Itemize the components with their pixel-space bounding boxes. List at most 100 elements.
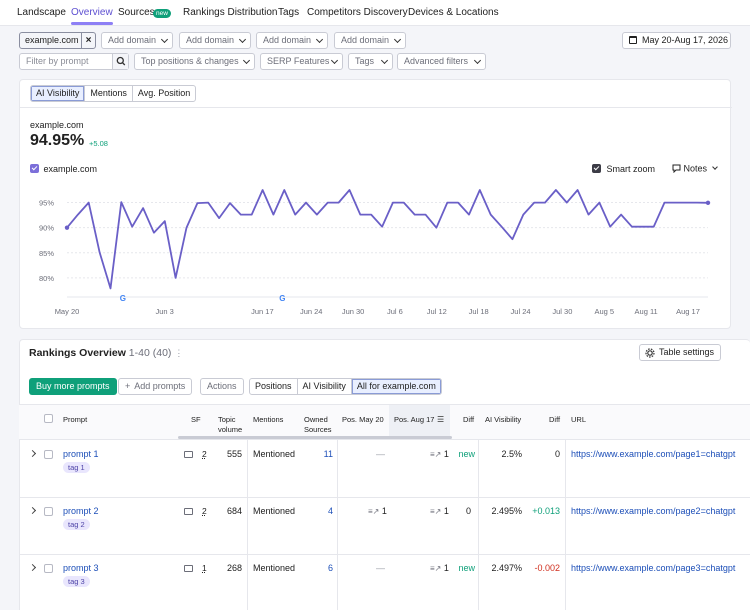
series-line[interactable] <box>66 189 709 290</box>
notes-dropdown[interactable]: Notes <box>672 163 718 174</box>
table-settings-button[interactable]: Table settings <box>639 344 722 361</box>
prompt-link[interactable]: prompt 1 <box>63 449 99 459</box>
x-tick-label: Jul 30 <box>552 307 572 316</box>
prompt-tag[interactable]: tag 3 <box>63 576 90 587</box>
sort-icon[interactable]: ☰ <box>437 415 444 424</box>
prompt-link[interactable]: prompt 2 <box>63 506 99 516</box>
search-icon[interactable] <box>112 54 128 69</box>
prompt-link[interactable]: prompt 3 <box>63 563 99 573</box>
column-divider <box>247 440 248 610</box>
url-link[interactable]: https://www.example.com/page3=chatgpt <box>571 563 750 573</box>
legend-checkbox[interactable] <box>30 164 39 174</box>
buy-more-prompts-button[interactable]: Buy more prompts <box>29 378 117 395</box>
smart-zoom-toggle[interactable]: Smart zoom <box>592 163 655 174</box>
sf-count[interactable]: 2 <box>202 506 207 516</box>
col-prompt[interactable]: Prompt <box>63 415 87 425</box>
x-tick-label: May 20 <box>55 307 80 316</box>
add-domain-dropdown-1[interactable]: Add domain <box>101 32 173 49</box>
tab-sources[interactable]: Sources <box>118 7 155 18</box>
position-diff: 0 <box>465 506 471 516</box>
add-prompts-button[interactable]: + Add prompts <box>118 378 193 395</box>
serp-features-label: SERP Features <box>267 56 330 66</box>
sf-count[interactable]: 2 <box>202 449 207 459</box>
col-ai-visibility[interactable]: AI Visibility <box>485 415 521 425</box>
series-start-point[interactable] <box>64 225 70 230</box>
owned-sources-count[interactable]: 4 <box>328 506 333 516</box>
x-tick-label: Jun 3 <box>156 307 174 316</box>
prompt-tag[interactable]: tag 1 <box>63 462 90 473</box>
url-link[interactable]: https://www.example.com/page2=chatgpt <box>571 506 750 516</box>
tab-rankings-distribution[interactable]: Rankings Distribution <box>183 7 278 18</box>
owned-sources-count[interactable]: 6 <box>328 563 333 573</box>
x-tick-label: Jun 17 <box>251 307 274 316</box>
tab-landscape[interactable]: Landscape <box>17 7 66 18</box>
position-diff: new <box>458 449 475 459</box>
serp-features-dropdown[interactable]: SERP Features <box>260 53 343 70</box>
select-all-checkbox[interactable] <box>44 414 53 423</box>
series-end-point[interactable] <box>705 200 711 206</box>
ai-visibility-diff: +0.013 <box>532 506 560 516</box>
x-tick-label: Jun 24 <box>300 307 323 316</box>
url-link[interactable]: https://www.example.com/page1=chatgpt <box>571 449 750 459</box>
prompt-tag[interactable]: tag 2 <box>63 519 90 530</box>
chevron-down-icon <box>238 35 247 44</box>
date-range-picker[interactable]: May 20-Aug 17, 2026 <box>622 32 731 49</box>
tab-avg-position[interactable]: Avg. Position <box>133 86 195 101</box>
tab-mentions[interactable]: Mentions <box>85 86 133 101</box>
remove-domain-icon[interactable]: × <box>81 33 95 48</box>
row-checkbox[interactable] <box>44 564 53 573</box>
owned-sources-count[interactable]: 11 <box>324 449 333 459</box>
pos-aug: ≡↗ 1 <box>430 506 449 516</box>
pos-aug: ≡↗ 1 <box>430 563 449 573</box>
google-update-marker[interactable]: G <box>120 294 126 303</box>
smart-zoom-checkbox[interactable] <box>592 164 601 174</box>
pos-aug-value: 1 <box>443 506 449 516</box>
pos-may: — <box>376 449 385 459</box>
tab-ai-visibility-view[interactable]: AI Visibility <box>298 379 352 394</box>
chevron-down-icon <box>315 35 324 44</box>
serp-feature-icon <box>184 451 193 458</box>
tags-dropdown[interactable]: Tags <box>348 53 393 70</box>
topic-volume: 268 <box>227 563 243 573</box>
col-topic-volume[interactable]: Topic volume <box>218 415 246 435</box>
col-url[interactable]: URL <box>571 415 586 425</box>
google-update-marker[interactable]: G <box>279 294 285 303</box>
ai-answer-icon: ≡↗ <box>430 450 442 459</box>
col-sf[interactable]: SF <box>191 415 201 425</box>
row-checkbox[interactable] <box>44 507 53 516</box>
prompt-filter-input[interactable]: Filter by prompt <box>19 53 129 70</box>
sf-count[interactable]: 1 <box>202 563 207 573</box>
tab-overview[interactable]: Overview <box>71 7 113 25</box>
y-tick-label: 80% <box>39 274 54 283</box>
advanced-filters-dropdown[interactable]: Advanced filters <box>397 53 486 70</box>
domain-chip[interactable]: example.com × <box>19 32 96 49</box>
chevron-down-icon <box>711 164 718 170</box>
legend-item[interactable]: example.com <box>30 163 97 174</box>
col-pos-aug[interactable]: Pos. Aug 17 <box>394 415 434 425</box>
pos-aug: ≡↗ 1 <box>430 449 449 459</box>
notes-label: Notes <box>683 163 708 174</box>
tab-ai-visibility[interactable]: AI Visibility <box>31 86 86 101</box>
col-owned-sources[interactable]: Owned Sources <box>304 415 334 435</box>
pos-may: ≡↗ 1 <box>368 506 387 516</box>
visibility-line-chart[interactable]: 95% 90% 85% 80% May 20 Jun 3 Jun 17 Jun 24 Jun 3… <box>20 189 732 320</box>
add-domain-dropdown-3[interactable]: Add domain <box>256 32 328 49</box>
serp-feature-icon <box>184 508 193 515</box>
add-domain-dropdown-2[interactable]: Add domain <box>179 32 251 49</box>
tab-positions[interactable]: Positions <box>250 379 298 394</box>
top-positions-dropdown[interactable]: Top positions & changes <box>134 53 255 70</box>
actions-button[interactable]: Actions <box>200 378 244 395</box>
horizontal-scrollbar[interactable] <box>178 436 452 439</box>
table-settings-label: Table settings <box>659 347 715 357</box>
tab-devices-locations[interactable]: Devices & Locations <box>408 7 499 18</box>
col-diff[interactable]: Diff <box>463 415 474 425</box>
col-diff-visibility[interactable]: Diff <box>549 415 560 425</box>
row-checkbox[interactable] <box>44 450 53 459</box>
add-domain-dropdown-4[interactable]: Add domain <box>334 32 406 49</box>
col-pos-may[interactable]: Pos. May 20 <box>342 415 384 425</box>
col-mentions[interactable]: Mentions <box>253 415 283 425</box>
tab-tags[interactable]: Tags <box>278 7 299 18</box>
tab-all-for-domain[interactable]: All for example.com <box>351 379 441 394</box>
tab-competitors-discovery[interactable]: Competitors Discovery <box>307 7 408 18</box>
rankings-title-group: Rankings Overview 1-40 (40) ⋮ <box>29 347 183 359</box>
